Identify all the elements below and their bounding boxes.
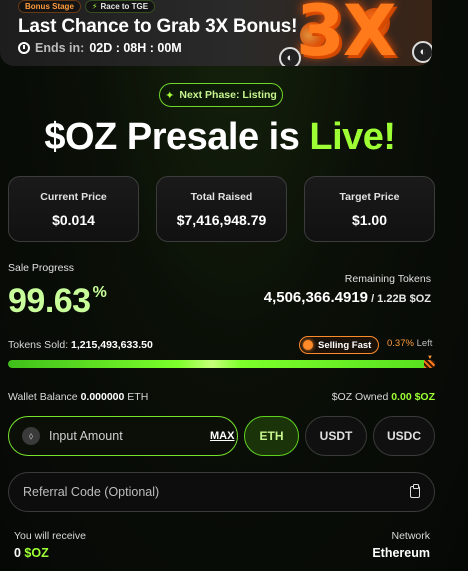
referral-input[interactable] xyxy=(23,485,410,499)
sale-progress-label: Sale Progress xyxy=(8,262,74,274)
currency-eth-button[interactable]: ETH xyxy=(244,416,299,456)
percent-left-value: 0.37% xyxy=(387,338,414,349)
tokens-sold-label: Tokens Sold: xyxy=(8,339,72,351)
progress-bar-remaining xyxy=(424,360,435,368)
percent-sign: % xyxy=(92,284,107,301)
target-price-label: Target Price xyxy=(339,191,400,203)
amount-field[interactable]: ⬨ MAX xyxy=(8,416,238,456)
total-raised-value: $7,416,948.79 xyxy=(176,212,267,228)
selling-fast-label: Selling Fast xyxy=(318,339,372,351)
wallet-balance-unit: ETH xyxy=(124,391,149,403)
remaining-tokens-label: Remaining Tokens xyxy=(344,273,431,285)
progress-marker-icon: ▼ xyxy=(427,355,433,361)
network-value: Ethereum xyxy=(372,546,430,560)
current-price-card: Current Price $0.014 xyxy=(8,176,139,242)
tokens-sold: Tokens Sold: 1,215,493,633.50 xyxy=(8,339,153,351)
countdown-row: Ends in: 02D : 08H : 00M xyxy=(18,41,182,55)
receive-token: $OZ xyxy=(20,546,49,560)
race-to-tge-chip-label: Race to TGE xyxy=(100,2,149,11)
remaining-tokens-total: / 1.22B $OZ xyxy=(368,293,431,305)
total-raised-card: Total Raised $7,416,948.79 xyxy=(156,176,287,242)
wallet-balance: Wallet Balance 0.000000 ETH xyxy=(8,391,148,403)
network-label: Network xyxy=(391,530,430,542)
coin-icon: ◐ xyxy=(412,41,432,63)
sale-progress-value: 99.63 xyxy=(8,282,91,320)
receive-amount-value: 0 xyxy=(14,546,21,560)
banner-title: Last Chance to Grab 3X Bonus! xyxy=(18,16,298,37)
target-price-card: Target Price $1.00 xyxy=(304,176,435,242)
bolt-icon: ⚡ xyxy=(91,2,98,11)
target-price-value: $1.00 xyxy=(351,212,388,228)
percent-left: 0.37% Left xyxy=(387,338,432,349)
total-raised-label: Total Raised xyxy=(190,191,253,203)
headline-prefix: $OZ Presale is xyxy=(44,116,310,158)
bonus-stage-chip-label: Bonus Stage xyxy=(25,2,74,11)
current-price-value: $0.014 xyxy=(52,212,95,228)
oz-owned-label: $OZ Owned xyxy=(331,391,392,403)
remaining-tokens: 4,506,366.4919 / 1.22B $OZ xyxy=(264,289,431,306)
coin-icon: ◐ xyxy=(279,47,301,66)
remaining-tokens-value: 4,506,366.4919 xyxy=(263,289,369,306)
fire-icon xyxy=(303,340,313,350)
sparkle-icon: ✦ xyxy=(165,89,175,102)
oz-owned-value: 0.00 $OZ xyxy=(391,391,435,403)
countdown-value: 02D : 08H : 00M xyxy=(89,41,182,55)
percent-left-label: Left xyxy=(413,338,433,349)
next-phase-label: Next Phase: Listing xyxy=(179,89,277,101)
receive-amount: 0 $OZ xyxy=(14,546,49,560)
bonus-banner[interactable]: 3X ◐ ◐ Bonus Stage ⚡ Race to TGE Last Ch… xyxy=(0,0,432,66)
race-to-tge-chip: ⚡ Race to TGE xyxy=(84,0,156,13)
ends-label: Ends in: xyxy=(35,41,85,55)
clipboard-icon[interactable] xyxy=(410,484,420,498)
currency-usdc-button[interactable]: USDC xyxy=(373,416,435,456)
timer-icon xyxy=(18,42,30,54)
page-title: $OZ Presale is Live! xyxy=(0,116,440,159)
tokens-sold-value: 1,215,493,633.50 xyxy=(71,339,153,351)
bonus-3x-graphic: 3X xyxy=(296,0,397,66)
current-price-label: Current Price xyxy=(40,191,107,203)
wallet-balance-value: 0.000000 xyxy=(80,391,125,403)
wallet-balance-label: Wallet Balance xyxy=(8,391,81,403)
headline-live: Live! xyxy=(309,116,396,158)
amount-input[interactable] xyxy=(49,429,210,443)
progress-bar xyxy=(8,360,435,368)
selling-fast-badge: Selling Fast xyxy=(299,336,379,354)
progress-bar-fill xyxy=(8,360,434,368)
referral-field[interactable] xyxy=(8,472,435,512)
receive-label: You will receive xyxy=(14,530,86,542)
bonus-stage-chip: Bonus Stage xyxy=(18,0,81,13)
banner-chips: Bonus Stage ⚡ Race to TGE xyxy=(18,0,156,13)
next-phase-pill: ✦ Next Phase: Listing xyxy=(159,83,283,107)
max-button[interactable]: MAX xyxy=(210,430,234,442)
oz-owned: $OZ Owned 0.00 $OZ xyxy=(332,391,435,403)
sale-progress-percent: 99.63% xyxy=(8,282,107,321)
eth-icon: ⬨ xyxy=(22,427,40,445)
currency-usdt-button[interactable]: USDT xyxy=(305,416,367,456)
